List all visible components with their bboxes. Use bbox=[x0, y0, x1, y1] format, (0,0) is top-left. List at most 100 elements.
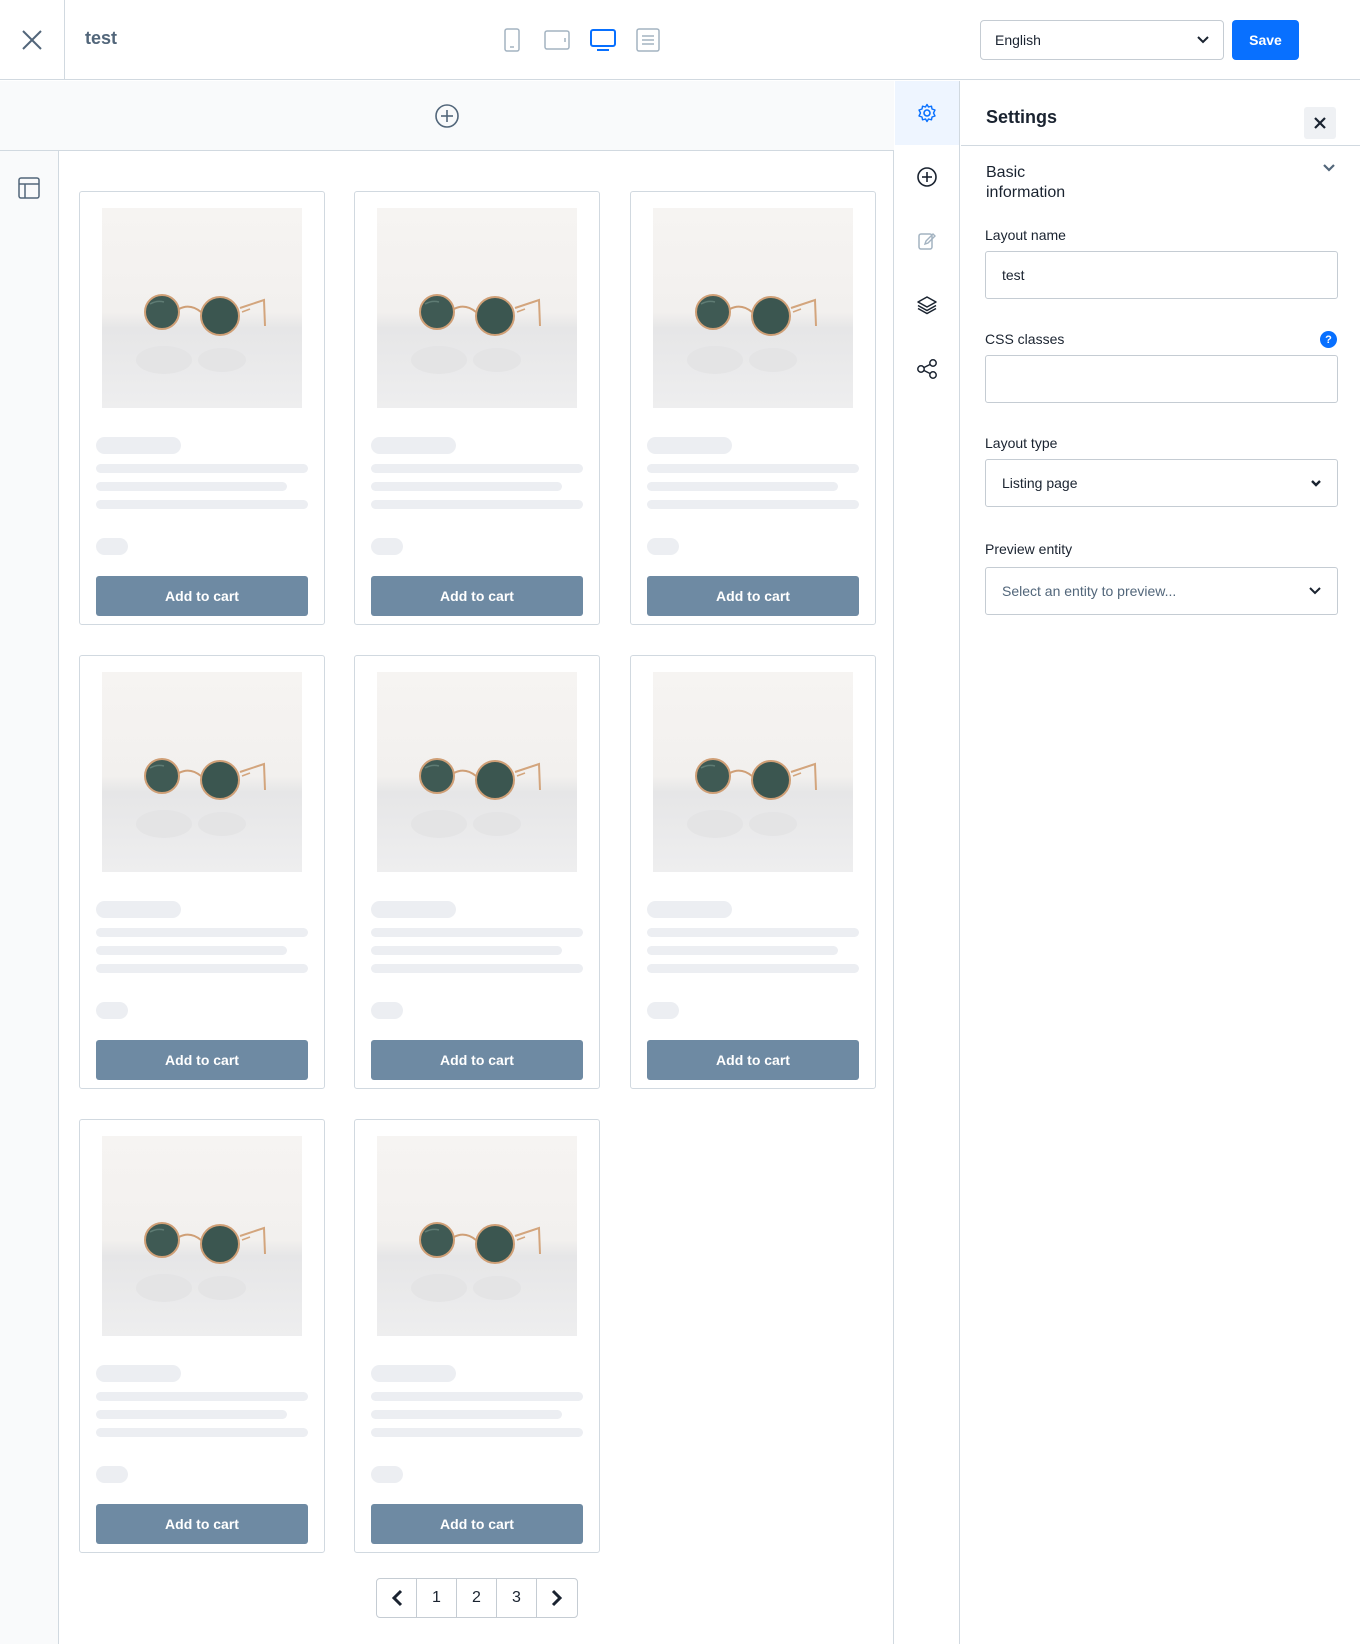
add-to-cart-button[interactable]: Add to cart bbox=[96, 1040, 308, 1080]
add-to-cart-button[interactable]: Add to cart bbox=[647, 1040, 859, 1080]
pagination: 1 2 3 bbox=[376, 1578, 578, 1618]
skeleton-line bbox=[371, 946, 562, 955]
layout-type-label: Layout type bbox=[985, 435, 1058, 451]
skeleton-line bbox=[647, 482, 838, 491]
product-card[interactable]: Add to cart bbox=[354, 191, 600, 625]
page-button-3[interactable]: 3 bbox=[497, 1579, 537, 1617]
preview-entity-label: Preview entity bbox=[985, 541, 1073, 557]
chevron-right-icon bbox=[551, 1589, 563, 1607]
skeleton-line bbox=[647, 464, 859, 473]
skeleton-line bbox=[371, 500, 583, 509]
add-to-cart-button[interactable]: Add to cart bbox=[96, 576, 308, 616]
skeleton-line bbox=[647, 964, 859, 973]
tab-layers[interactable] bbox=[895, 273, 959, 337]
product-card[interactable]: Add to cart bbox=[354, 1119, 600, 1553]
sidebar-tabs bbox=[895, 81, 960, 1644]
previous-page-button[interactable] bbox=[377, 1579, 417, 1617]
tab-edit[interactable] bbox=[895, 209, 959, 273]
mobile-view-button[interactable] bbox=[500, 26, 524, 54]
sunglasses-image bbox=[411, 758, 541, 838]
skeleton-price bbox=[96, 1002, 128, 1019]
product-card[interactable]: Add to cart bbox=[79, 655, 325, 1089]
chevron-down-icon bbox=[1197, 36, 1209, 44]
skeleton-line bbox=[371, 1428, 583, 1437]
sunglasses-image bbox=[411, 294, 541, 374]
layout-name-label: Layout name bbox=[985, 227, 1066, 243]
tablet-view-button[interactable] bbox=[544, 26, 570, 54]
layout-canvas: Add to cart Add to cart Add to cart Add to … bbox=[59, 151, 894, 1644]
tab-connections[interactable] bbox=[895, 337, 959, 401]
form-view-button[interactable] bbox=[636, 26, 660, 54]
add-to-cart-button[interactable]: Add to cart bbox=[647, 576, 859, 616]
section-title: Basic information bbox=[986, 164, 1066, 201]
desktop-icon bbox=[590, 29, 616, 51]
add-to-cart-button[interactable]: Add to cart bbox=[371, 1504, 583, 1544]
skeleton-title bbox=[96, 1365, 181, 1382]
plus-circle-icon bbox=[917, 167, 937, 187]
tab-add-element[interactable] bbox=[895, 145, 959, 209]
page-button-2[interactable]: 2 bbox=[457, 1579, 497, 1617]
chevron-down-icon bbox=[1323, 164, 1335, 172]
preview-entity-select[interactable]: Select an entity to preview... bbox=[985, 567, 1338, 615]
chevron-down-icon bbox=[1309, 587, 1321, 595]
share-icon bbox=[917, 359, 937, 379]
product-card[interactable]: Add to cart bbox=[79, 1119, 325, 1553]
product-card[interactable]: Add to cart bbox=[630, 191, 876, 625]
skeleton-line bbox=[96, 1410, 287, 1419]
save-button[interactable]: Save bbox=[1232, 20, 1299, 60]
product-image bbox=[377, 1136, 577, 1336]
basic-information-toggle[interactable]: Basic information bbox=[986, 163, 1336, 203]
skeleton-line bbox=[96, 1428, 308, 1437]
skeleton-line bbox=[96, 482, 287, 491]
css-classes-input[interactable] bbox=[985, 355, 1338, 403]
sunglasses-image bbox=[136, 758, 266, 838]
chevron-down-icon bbox=[1311, 479, 1321, 487]
device-switcher bbox=[500, 26, 660, 54]
canvas-top-bar bbox=[0, 81, 894, 151]
edit-icon bbox=[918, 233, 936, 250]
skeleton-title bbox=[371, 901, 456, 918]
close-editor-button[interactable] bbox=[0, 0, 65, 80]
add-to-cart-button[interactable]: Add to cart bbox=[96, 1504, 308, 1544]
product-card[interactable]: Add to cart bbox=[79, 191, 325, 625]
tab-settings[interactable] bbox=[895, 81, 959, 145]
help-icon[interactable]: ? bbox=[1320, 331, 1337, 348]
product-card[interactable]: Add to cart bbox=[354, 655, 600, 1089]
skeleton-line bbox=[371, 1410, 562, 1419]
skeleton-line bbox=[371, 964, 583, 973]
layout-icon[interactable] bbox=[18, 177, 40, 199]
tablet-icon bbox=[544, 30, 570, 50]
layout-name-input[interactable] bbox=[985, 251, 1338, 299]
close-icon bbox=[22, 30, 42, 50]
skeleton-price bbox=[96, 1466, 128, 1483]
add-to-cart-button[interactable]: Add to cart bbox=[371, 1040, 583, 1080]
product-image bbox=[102, 208, 302, 408]
skeleton-line bbox=[96, 500, 308, 509]
settings-panel: Settings Basic information Layout name C… bbox=[961, 81, 1360, 1644]
product-image bbox=[377, 672, 577, 872]
add-section-icon[interactable] bbox=[434, 103, 460, 129]
desktop-view-button[interactable] bbox=[590, 26, 616, 54]
language-select[interactable]: English bbox=[980, 20, 1224, 60]
skeleton-title bbox=[371, 437, 456, 454]
next-page-button[interactable] bbox=[537, 1579, 577, 1617]
layout-type-select[interactable]: Listing page bbox=[985, 459, 1338, 507]
close-icon bbox=[1314, 117, 1326, 129]
skeleton-line bbox=[371, 482, 562, 491]
mobile-icon bbox=[504, 28, 520, 52]
skeleton-line bbox=[96, 928, 308, 937]
skeleton-line bbox=[96, 464, 308, 473]
page-button-1[interactable]: 1 bbox=[417, 1579, 457, 1617]
product-image bbox=[102, 672, 302, 872]
preview-entity-placeholder: Select an entity to preview... bbox=[1002, 583, 1177, 599]
skeleton-title bbox=[647, 437, 732, 454]
form-icon bbox=[636, 28, 660, 52]
add-to-cart-button[interactable]: Add to cart bbox=[371, 576, 583, 616]
chevron-left-icon bbox=[391, 1589, 402, 1607]
sunglasses-image bbox=[136, 294, 266, 374]
close-settings-button[interactable] bbox=[1304, 107, 1336, 139]
gear-icon bbox=[918, 103, 936, 123]
product-card[interactable]: Add to cart bbox=[630, 655, 876, 1089]
product-image bbox=[653, 672, 853, 872]
product-image bbox=[377, 208, 577, 408]
